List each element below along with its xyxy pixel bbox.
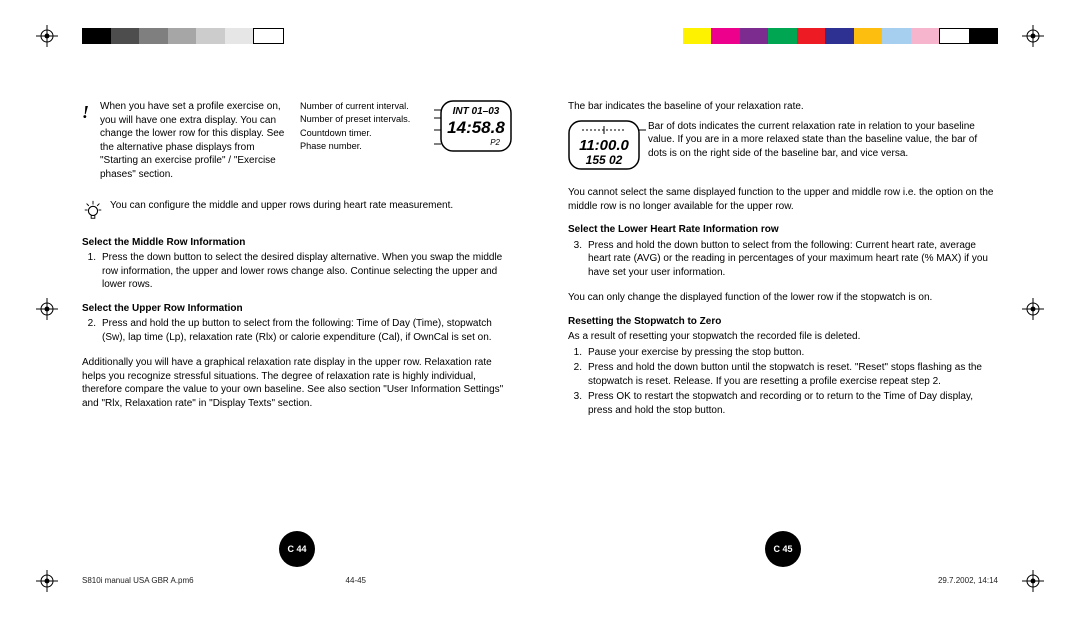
list-body: Press OK to restart the stopwatch and re… — [588, 390, 998, 417]
heading: Select the Upper Row Information — [82, 302, 512, 316]
legend-line: Countdown timer. — [300, 127, 436, 140]
list-number: 1. — [568, 346, 582, 360]
paragraph: You can only change the displayed functi… — [568, 291, 998, 305]
svg-text:INT 01–03: INT 01–03 — [453, 106, 500, 117]
list-number: 3. — [568, 390, 582, 417]
svg-text:155 02: 155 02 — [586, 153, 623, 167]
heading: Resetting the Stopwatch to Zero — [568, 315, 998, 329]
page-left: ! When you have set a profile exercise o… — [82, 100, 512, 561]
page-right: The bar indicates the baseline of your r… — [568, 100, 998, 561]
legend-line: Number of preset intervals. — [300, 113, 436, 126]
spread: ! When you have set a profile exercise o… — [82, 100, 998, 561]
note-text: When you have set a profile exercise on,… — [100, 100, 300, 181]
heading: Select the Lower Heart Rate Information … — [568, 223, 998, 237]
svg-text:11:00.0: 11:00.0 — [579, 137, 629, 154]
registration-mark-icon — [1022, 25, 1044, 47]
registration-mark-icon — [36, 298, 58, 320]
legend-line: Phase number. — [300, 140, 436, 153]
tip-text: You can configure the middle and upper r… — [110, 199, 453, 213]
svg-text:14:58.8: 14:58.8 — [447, 118, 505, 137]
list-number: 1. — [82, 251, 96, 292]
registration-mark-icon — [1022, 570, 1044, 592]
lightbulb-icon — [82, 199, 104, 226]
note-icon: ! — [82, 102, 89, 122]
footer-pages: 44-45 — [346, 576, 366, 587]
paragraph: Additionally you will have a graphical r… — [82, 356, 512, 410]
list-body: Press and hold the up button to select f… — [102, 317, 512, 344]
footer-file: S810i manual USA GBR A.pm6 — [82, 576, 194, 587]
lcd-display-icon: 11:00.0 155 02 — [568, 120, 640, 175]
print-colorbar — [82, 28, 998, 44]
paragraph: The bar indicates the baseline of your r… — [568, 100, 998, 114]
paragraph: You cannot select the same displayed fun… — [568, 186, 998, 213]
paragraph: As a result of resetting your stopwatch … — [568, 330, 998, 344]
list-number: 2. — [568, 361, 582, 388]
page-number-badge: C 44 — [279, 531, 315, 567]
lcd-legend: Number of current interval. Number of pr… — [300, 100, 436, 181]
heading: Select the Middle Row Information — [82, 236, 512, 250]
svg-text:P2: P2 — [490, 138, 500, 147]
list-body: Press and hold the down button until the… — [588, 361, 998, 388]
list-body: Press and hold the down button to select… — [588, 239, 998, 280]
paragraph: Bar of dots indicates the current relaxa… — [648, 120, 998, 161]
list-number: 3. — [568, 239, 582, 280]
page-number-badge: C 45 — [765, 531, 801, 567]
legend-line: Number of current interval. — [300, 100, 436, 113]
registration-mark-icon — [36, 25, 58, 47]
footer-timestamp: 29.7.2002, 14:14 — [938, 576, 998, 587]
lcd-display-icon: INT 01–03 14:58.8 P2 — [440, 100, 512, 181]
list-body: Pause your exercise by pressing the stop… — [588, 346, 998, 360]
registration-mark-icon — [1022, 298, 1044, 320]
list-body: Press the down button to select the desi… — [102, 251, 512, 292]
footer: S810i manual USA GBR A.pm6 44-45 29.7.20… — [82, 576, 998, 587]
list-number: 2. — [82, 317, 96, 344]
registration-mark-icon — [36, 570, 58, 592]
